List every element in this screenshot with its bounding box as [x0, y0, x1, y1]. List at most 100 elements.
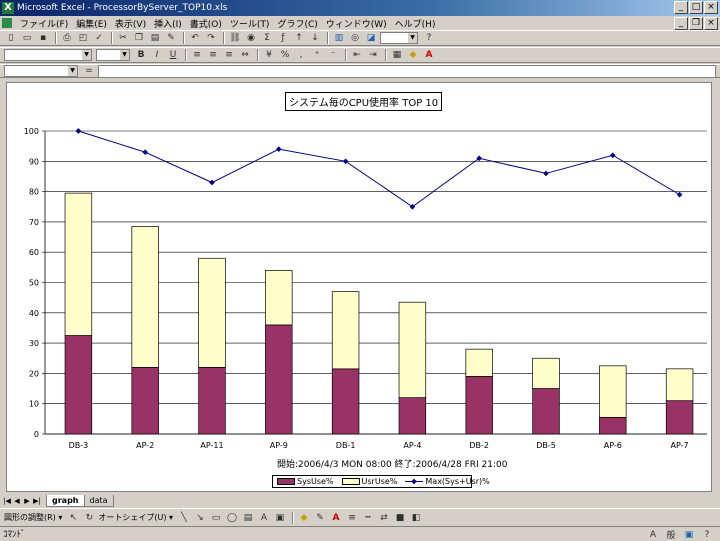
line-max-series[interactable]	[78, 130, 680, 208]
free-rotate-icon[interactable]: ↻	[82, 511, 96, 524]
bold-icon[interactable]: B	[134, 49, 148, 62]
align-center-icon[interactable]: ≡	[206, 49, 220, 62]
decrease-decimal-icon[interactable]: ⁻	[326, 49, 340, 62]
align-left-icon[interactable]: ≡	[190, 49, 204, 62]
arrow-style-icon[interactable]: ⇄	[377, 511, 391, 524]
save-icon[interactable]: ▪	[36, 32, 50, 45]
menu-item-1[interactable]: 編集(E)	[72, 17, 111, 30]
formula-input[interactable]	[98, 64, 716, 78]
bar-usr-AP-6[interactable]	[599, 365, 627, 418]
3d-icon[interactable]: ◧	[409, 511, 423, 524]
menu-item-4[interactable]: 書式(O)	[186, 17, 226, 30]
chart-period-label[interactable]: 開始:2006/4/3 MON 08:00 終了:2006/4/28 FRI 2…	[277, 457, 507, 470]
last-sheet-button[interactable]: ▶|	[32, 496, 42, 507]
point-max-DB-5[interactable]	[543, 170, 549, 177]
font-color-draw-icon[interactable]: A	[329, 511, 343, 524]
paste-icon[interactable]: ▤	[148, 32, 162, 45]
hyperlink-icon[interactable]: ⛓	[228, 32, 242, 45]
point-max-AP-7[interactable]	[676, 191, 683, 198]
point-max-DB-1[interactable]	[342, 158, 349, 165]
shadow-icon[interactable]: ■	[393, 511, 407, 524]
chart-area[interactable]: 0 10 20 30 40 50 60 70 80 90 100 DB-3 AP-2 AP-11 AP-9 D…	[6, 82, 712, 492]
point-max-AP-9[interactable]	[275, 146, 282, 153]
currency-icon[interactable]: ¥	[262, 49, 276, 62]
open-folder-icon[interactable]: ▭	[20, 32, 34, 45]
line-color-icon[interactable]: ✎	[313, 511, 327, 524]
chart-title[interactable]: システム毎のCPU使用率 TOP 10	[285, 92, 443, 111]
font-color-icon[interactable]: A	[422, 49, 436, 62]
textbox-icon[interactable]: ▤	[241, 511, 255, 524]
point-max-DB-3[interactable]	[75, 128, 82, 134]
chart-legend[interactable]: SysUse% UsrUse% Max(Sys+Usr)%	[272, 475, 490, 488]
bar-sys-DB-1[interactable]	[331, 368, 360, 435]
bar-usr-DB-2[interactable]	[465, 348, 493, 377]
chart-wizard-icon[interactable]: ▥	[332, 32, 346, 45]
ime-mode-icon[interactable]: A	[646, 528, 660, 541]
point-max-AP-11[interactable]	[209, 179, 215, 186]
print-preview-icon[interactable]: ◰	[76, 32, 90, 45]
increase-decimal-icon[interactable]: ⁺	[310, 49, 324, 62]
menu-item-5[interactable]: ツール(T)	[226, 17, 274, 30]
oval-icon[interactable]: ◯	[225, 511, 239, 524]
minimize-button[interactable]: _	[674, 1, 688, 14]
bar-usr-AP-2[interactable]	[131, 226, 159, 368]
sheet-tab-data[interactable]: data	[83, 495, 114, 507]
fill-color-icon[interactable]: ◆	[406, 49, 420, 62]
borders-icon[interactable]: ▦	[390, 49, 404, 62]
drawing-icon[interactable]: ◪	[364, 32, 378, 45]
spell-check-icon[interactable]: ✓	[92, 32, 106, 45]
new-file-icon[interactable]: ▯	[4, 32, 18, 45]
autosum-icon[interactable]: Σ	[260, 32, 274, 45]
bar-usr-DB-3[interactable]	[64, 192, 93, 336]
wordart-icon[interactable]: A	[257, 511, 271, 524]
format-painter-icon[interactable]: ✎	[164, 32, 178, 45]
undo-icon[interactable]: ↶	[188, 32, 202, 45]
equals-icon[interactable]: =	[82, 65, 96, 78]
arrow-icon[interactable]: ↘	[193, 511, 207, 524]
menu-item-8[interactable]: ヘルプ(H)	[391, 17, 440, 30]
bar-sys-AP-9[interactable]	[265, 324, 293, 435]
redo-icon[interactable]: ↷	[204, 32, 218, 45]
name-box[interactable]	[4, 65, 78, 77]
prev-sheet-button[interactable]: ◀	[12, 496, 22, 507]
line-icon[interactable]: ╲	[177, 511, 191, 524]
sheet-tab-graph[interactable]: graph	[46, 495, 85, 507]
doc-restore-button[interactable]: ❐	[689, 17, 703, 30]
sort-descending-icon[interactable]: ↓	[308, 32, 322, 45]
cut-icon[interactable]: ✂	[116, 32, 130, 45]
function-icon[interactable]: ƒ	[276, 32, 290, 45]
comma-style-icon[interactable]: ,	[294, 49, 308, 62]
chart-plot[interactable]: 0 10 20 30 40 50 60 70 80 90 100 DB-3 AP-2 AP-11 AP-9 D…	[7, 83, 711, 491]
font-name-select[interactable]	[4, 49, 92, 61]
ime-tool-icon[interactable]: 般	[664, 528, 678, 541]
bar-usr-AP-9[interactable]	[265, 270, 293, 326]
maximize-button[interactable]: □	[689, 1, 703, 14]
rectangle-icon[interactable]: ▭	[209, 511, 223, 524]
menu-item-3[interactable]: 挿入(I)	[150, 17, 186, 30]
bar-sys-AP-11[interactable]	[198, 366, 226, 435]
doc-minimize-button[interactable]: _	[674, 17, 688, 30]
align-right-icon[interactable]: ≡	[222, 49, 236, 62]
ime-pad-icon[interactable]: ▣	[682, 528, 696, 541]
font-size-select[interactable]	[96, 49, 130, 61]
bar-usr-DB-1[interactable]	[331, 291, 360, 370]
sort-ascending-icon[interactable]: ↑	[292, 32, 306, 45]
first-sheet-button[interactable]: |◀	[2, 496, 12, 507]
zoom-select[interactable]	[380, 32, 418, 44]
help-icon[interactable]: ?	[422, 32, 436, 45]
copy-icon[interactable]: ❐	[132, 32, 146, 45]
menu-item-6[interactable]: グラフ(C)	[273, 17, 321, 30]
bar-sys-DB-2[interactable]	[465, 376, 493, 435]
increase-indent-icon[interactable]: ⇥	[366, 49, 380, 62]
bar-sys-DB-3[interactable]	[64, 335, 93, 435]
menu-item-7[interactable]: ウィンドウ(W)	[322, 17, 391, 30]
bar-sys-AP-6[interactable]	[599, 416, 627, 435]
select-objects-icon[interactable]: ↖	[66, 511, 80, 524]
web-toolbar-icon[interactable]: ◉	[244, 32, 258, 45]
bar-usr-DB-5[interactable]	[532, 357, 560, 389]
doc-close-button[interactable]: ×	[704, 17, 718, 30]
bar-usr-AP-7[interactable]	[665, 368, 694, 402]
line-style-icon[interactable]: ≡	[345, 511, 359, 524]
bar-sys-AP-2[interactable]	[131, 366, 159, 435]
bar-usr-AP-4[interactable]	[398, 301, 427, 398]
